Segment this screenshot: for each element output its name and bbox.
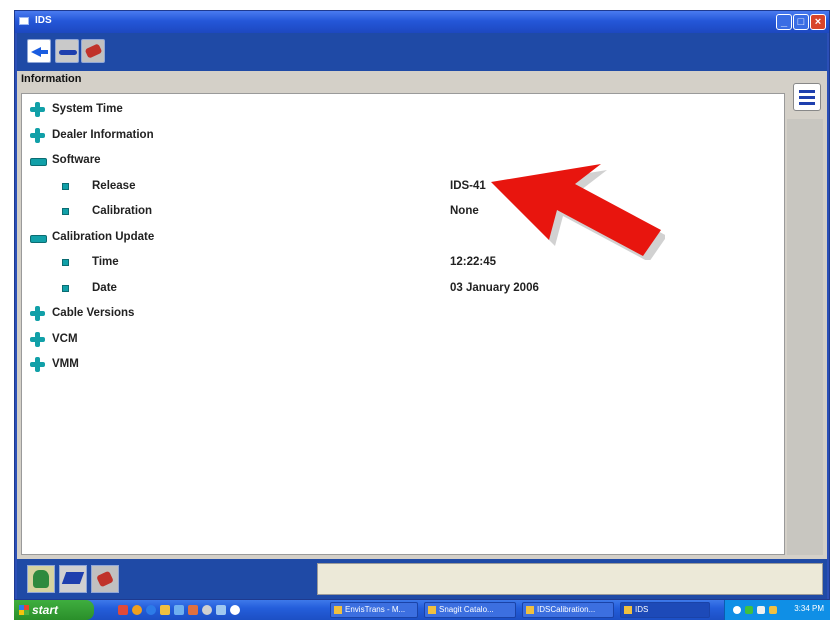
tree-row[interactable]: VCM <box>30 330 742 350</box>
tree-label: Date <box>92 281 117 294</box>
tree-label: Software <box>52 154 101 166</box>
tree-row[interactable]: Cable Versions <box>30 304 742 324</box>
side-panel <box>787 119 823 555</box>
collapse-minus-icon[interactable] <box>30 153 47 168</box>
app-icon <box>19 17 29 25</box>
panel-title: Information <box>21 73 82 85</box>
red-arrow-annotation <box>491 164 665 260</box>
tree-label: Calibration Update <box>52 230 155 243</box>
taskbar-task[interactable]: IDSCalibration... <box>522 602 614 618</box>
maximize-button[interactable]: □ <box>793 14 809 30</box>
quicklaunch-icon[interactable] <box>174 605 184 615</box>
tree-row[interactable]: Date 03 January 2006 <box>62 279 742 299</box>
quicklaunch-icon[interactable] <box>216 605 226 615</box>
quicklaunch-icon[interactable] <box>118 605 128 615</box>
system-tray: 3:34 PM <box>724 600 830 620</box>
start-button[interactable]: start <box>14 600 94 620</box>
expand-plus-icon[interactable] <box>30 306 45 321</box>
window-title: IDS <box>35 15 52 26</box>
tree-label: Release <box>92 179 136 192</box>
client-area: Information System Time Dealer Informatio… <box>17 71 827 559</box>
tree-label: VMM <box>52 358 79 370</box>
expand-plus-icon[interactable] <box>30 331 45 347</box>
information-tree: System Time Dealer Information Software Rel… <box>21 93 785 555</box>
tree-row[interactable]: VMM <box>30 355 742 375</box>
clock: 3:34 PM <box>794 604 824 613</box>
title-bar[interactable]: IDS _ □ × <box>15 11 829 33</box>
tree-value: IDS-41 <box>450 179 486 192</box>
vehicle-tools-icon[interactable] <box>59 565 87 593</box>
tree-value: 03 January 2006 <box>450 281 539 294</box>
expand-plus-icon[interactable] <box>30 102 45 117</box>
expand-plus-icon[interactable] <box>30 127 45 143</box>
taskbar-task[interactable]: Snagit Catalo... <box>424 602 516 618</box>
taskbar-task[interactable]: IDS <box>620 602 710 618</box>
quicklaunch-icon[interactable] <box>146 605 156 615</box>
tree-label: Dealer Information <box>52 128 154 141</box>
bullet-icon <box>62 259 69 266</box>
quicklaunch-icon[interactable] <box>160 605 170 615</box>
quicklaunch-icon[interactable] <box>132 605 142 615</box>
bullet-icon <box>62 284 69 292</box>
back-arrow-icon[interactable] <box>27 39 51 63</box>
vehicle-icon[interactable] <box>55 39 79 63</box>
quicklaunch-icon[interactable] <box>202 605 212 615</box>
tree-label: Cable Versions <box>52 307 135 319</box>
expand-plus-icon[interactable] <box>30 357 45 372</box>
taskbar-task[interactable]: EnvisTrans - M... <box>330 602 418 618</box>
list-menu-icon[interactable] <box>793 83 821 111</box>
tree-label: VCM <box>52 332 78 345</box>
tray-icon[interactable] <box>745 606 753 614</box>
collapse-minus-icon[interactable] <box>30 230 47 245</box>
tree-row[interactable]: System Time <box>30 100 742 120</box>
status-box <box>317 563 823 595</box>
minimize-button[interactable]: _ <box>776 14 792 30</box>
bullet-icon <box>62 208 69 215</box>
quicklaunch-icon[interactable] <box>230 605 240 615</box>
application-window: IDS _ □ × Information System Time Dealer … <box>14 10 830 600</box>
tray-icon[interactable] <box>733 606 741 614</box>
tree-label: Time <box>92 256 119 268</box>
toolbox-icon[interactable] <box>81 39 105 63</box>
people-icon[interactable] <box>27 565 55 593</box>
tree-row[interactable]: Dealer Information <box>30 126 742 146</box>
tree-label: Calibration <box>92 205 153 217</box>
bullet-icon <box>62 182 69 190</box>
tray-icon[interactable] <box>769 606 777 614</box>
top-toolbar <box>17 33 827 71</box>
tree-value: None <box>450 205 479 217</box>
close-button[interactable]: × <box>810 14 826 30</box>
toolbox-bottom-icon[interactable] <box>91 565 119 593</box>
bottom-toolbar <box>17 559 827 599</box>
quicklaunch-icon[interactable] <box>188 605 198 615</box>
tray-icon[interactable] <box>757 606 765 614</box>
windows-taskbar: start EnvisTrans - M... Snagit Catalo...… <box>14 600 830 620</box>
tree-label: System Time <box>52 103 123 115</box>
